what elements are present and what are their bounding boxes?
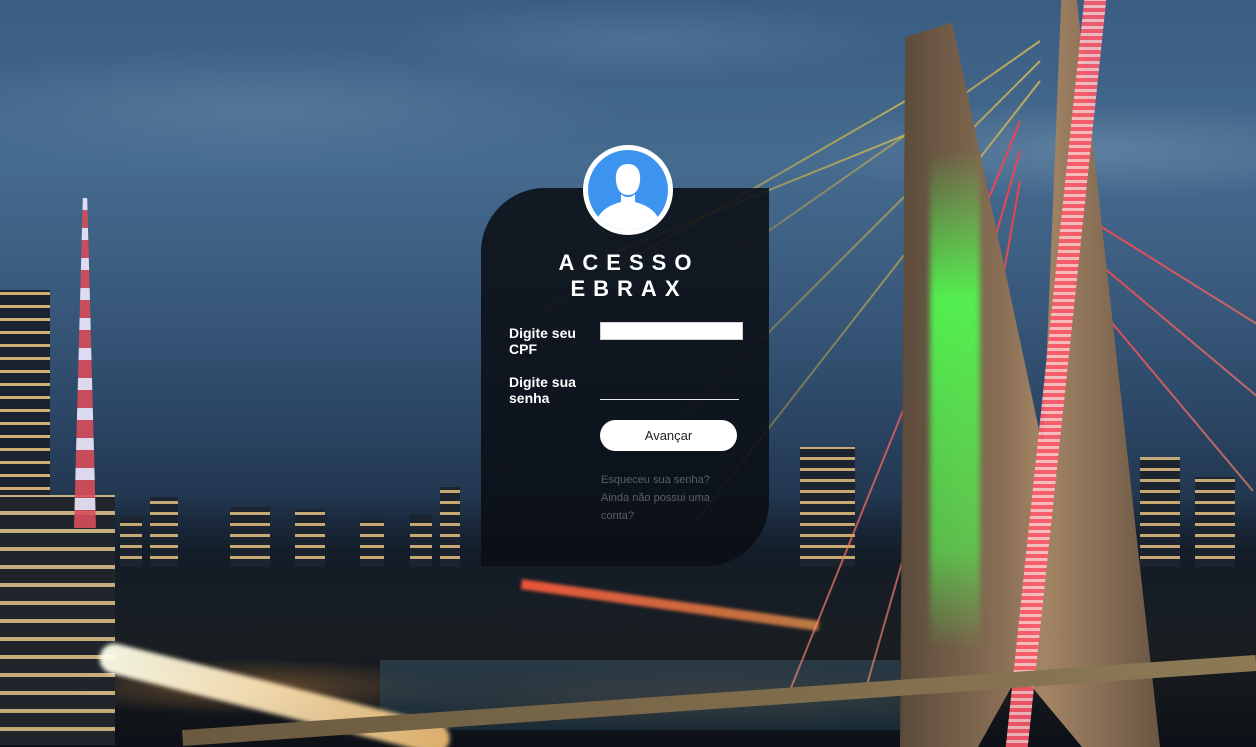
bridge-green-lights [930, 150, 980, 650]
cpf-label: Digite seu CPF [509, 325, 576, 357]
avatar-circle [588, 150, 668, 230]
skyline-building [1140, 457, 1180, 567]
senha-label: Digite sua senha [509, 374, 576, 406]
skyline-building [360, 519, 384, 567]
skyline-building [230, 507, 270, 567]
left-office-tower [0, 290, 50, 500]
user-silhouette-icon [596, 164, 660, 230]
skyline-building [1195, 477, 1235, 567]
forgot-password-link[interactable]: Esqueceu sua senha? [601, 471, 731, 489]
submit-button[interactable]: Avançar [600, 420, 737, 451]
page-title: ACESSO EBRAX [481, 250, 769, 302]
help-links: Esqueceu sua senha? Ainda não possui uma… [601, 471, 731, 525]
skyline-building [120, 517, 142, 567]
title-line-2: EBRAX [570, 276, 688, 301]
register-link[interactable]: Ainda não possui uma conta? [601, 489, 731, 525]
skyline-building [150, 497, 178, 567]
left-office-block [0, 495, 115, 745]
skyline-building [440, 487, 460, 567]
skyline-building [410, 515, 432, 567]
title-line-1: ACESSO [558, 250, 700, 275]
password-input[interactable] [600, 381, 739, 400]
skyline-building [295, 509, 325, 567]
user-avatar-icon [583, 145, 673, 235]
cpf-input[interactable] [600, 322, 743, 340]
